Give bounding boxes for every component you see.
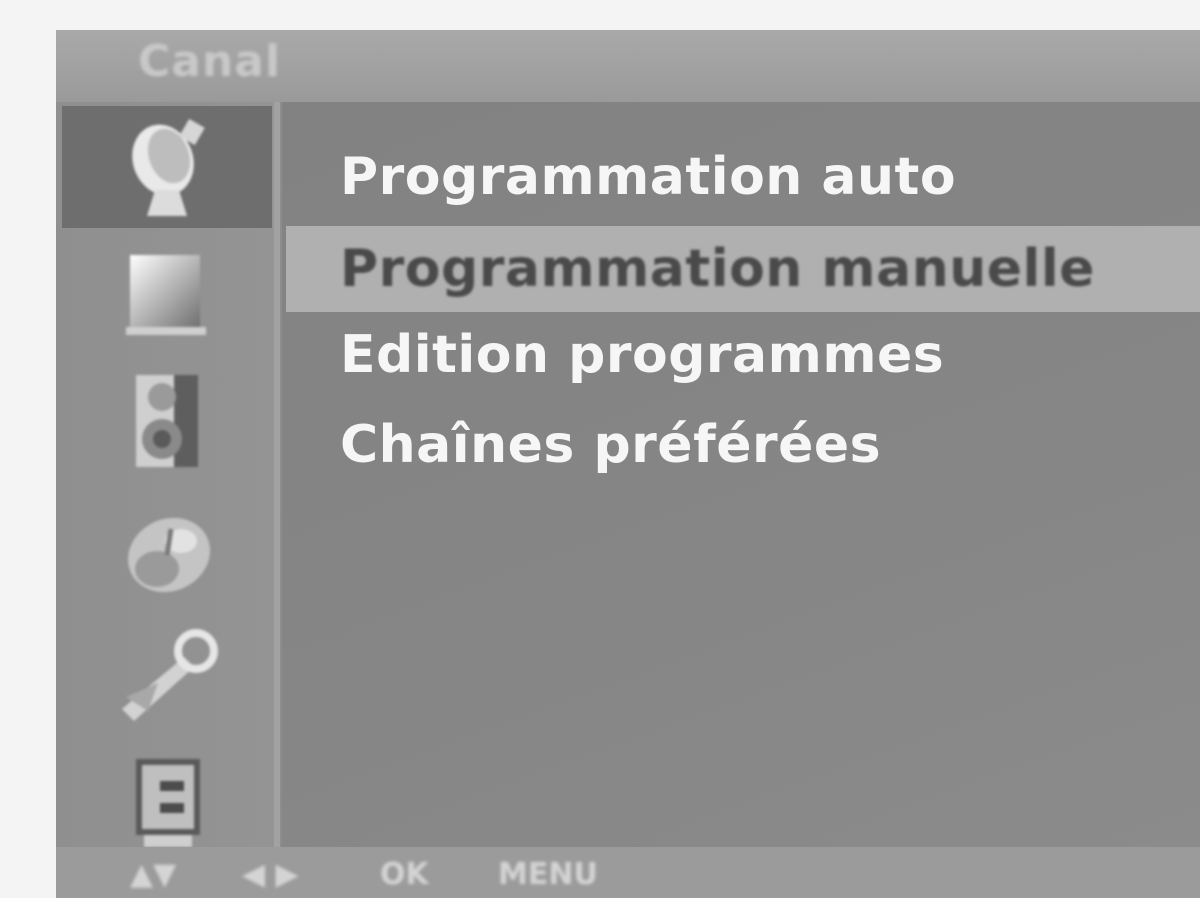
wrench-icon [122, 629, 218, 721]
title-bar: Canal [56, 30, 1200, 102]
sidebar-item-setup[interactable] [62, 616, 272, 738]
sidebar-item-lock[interactable] [62, 740, 272, 862]
footer-hints: ▲▼ ◀ ▶ OK MENU [56, 847, 1200, 898]
menu-hint: MENU [498, 857, 598, 892]
menu-item-auto-programming[interactable]: Programmation auto [286, 134, 1200, 220]
menu-item-label: Programmation auto [340, 147, 957, 207]
sidebar-item-channel[interactable] [62, 106, 272, 228]
menu-title: Canal [138, 36, 282, 87]
updown-hint: ▲▼ [130, 857, 177, 892]
sidebar-item-picture[interactable] [62, 234, 272, 356]
sidebar-item-time[interactable] [62, 494, 272, 616]
menu-item-manual-programming[interactable]: Programmation manuelle [286, 226, 1200, 312]
menu-item-program-edit[interactable]: Edition programmes [286, 312, 1200, 398]
sidebar-item-sound[interactable] [62, 360, 272, 482]
satellite-dish-icon [132, 118, 205, 216]
lock-icon [136, 759, 200, 847]
menu-panel: Programmation auto Programmation manuell… [282, 102, 1200, 847]
speaker-icon [136, 375, 198, 467]
ok-hint: OK [380, 857, 429, 892]
menu-item-label: Edition programmes [340, 325, 945, 385]
menu-item-label: Chaînes préférées [340, 415, 882, 475]
osd-menu: Canal Programmation auto Programmation m… [56, 30, 1200, 898]
clock-icon [128, 517, 210, 593]
menu-item-favorite-channels[interactable]: Chaînes préférées [286, 402, 1200, 488]
picture-icon [126, 255, 206, 335]
sidebar-divider [274, 102, 280, 847]
leftright-hint: ◀ ▶ [242, 857, 299, 892]
menu-item-label: Programmation manuelle [340, 239, 1095, 299]
